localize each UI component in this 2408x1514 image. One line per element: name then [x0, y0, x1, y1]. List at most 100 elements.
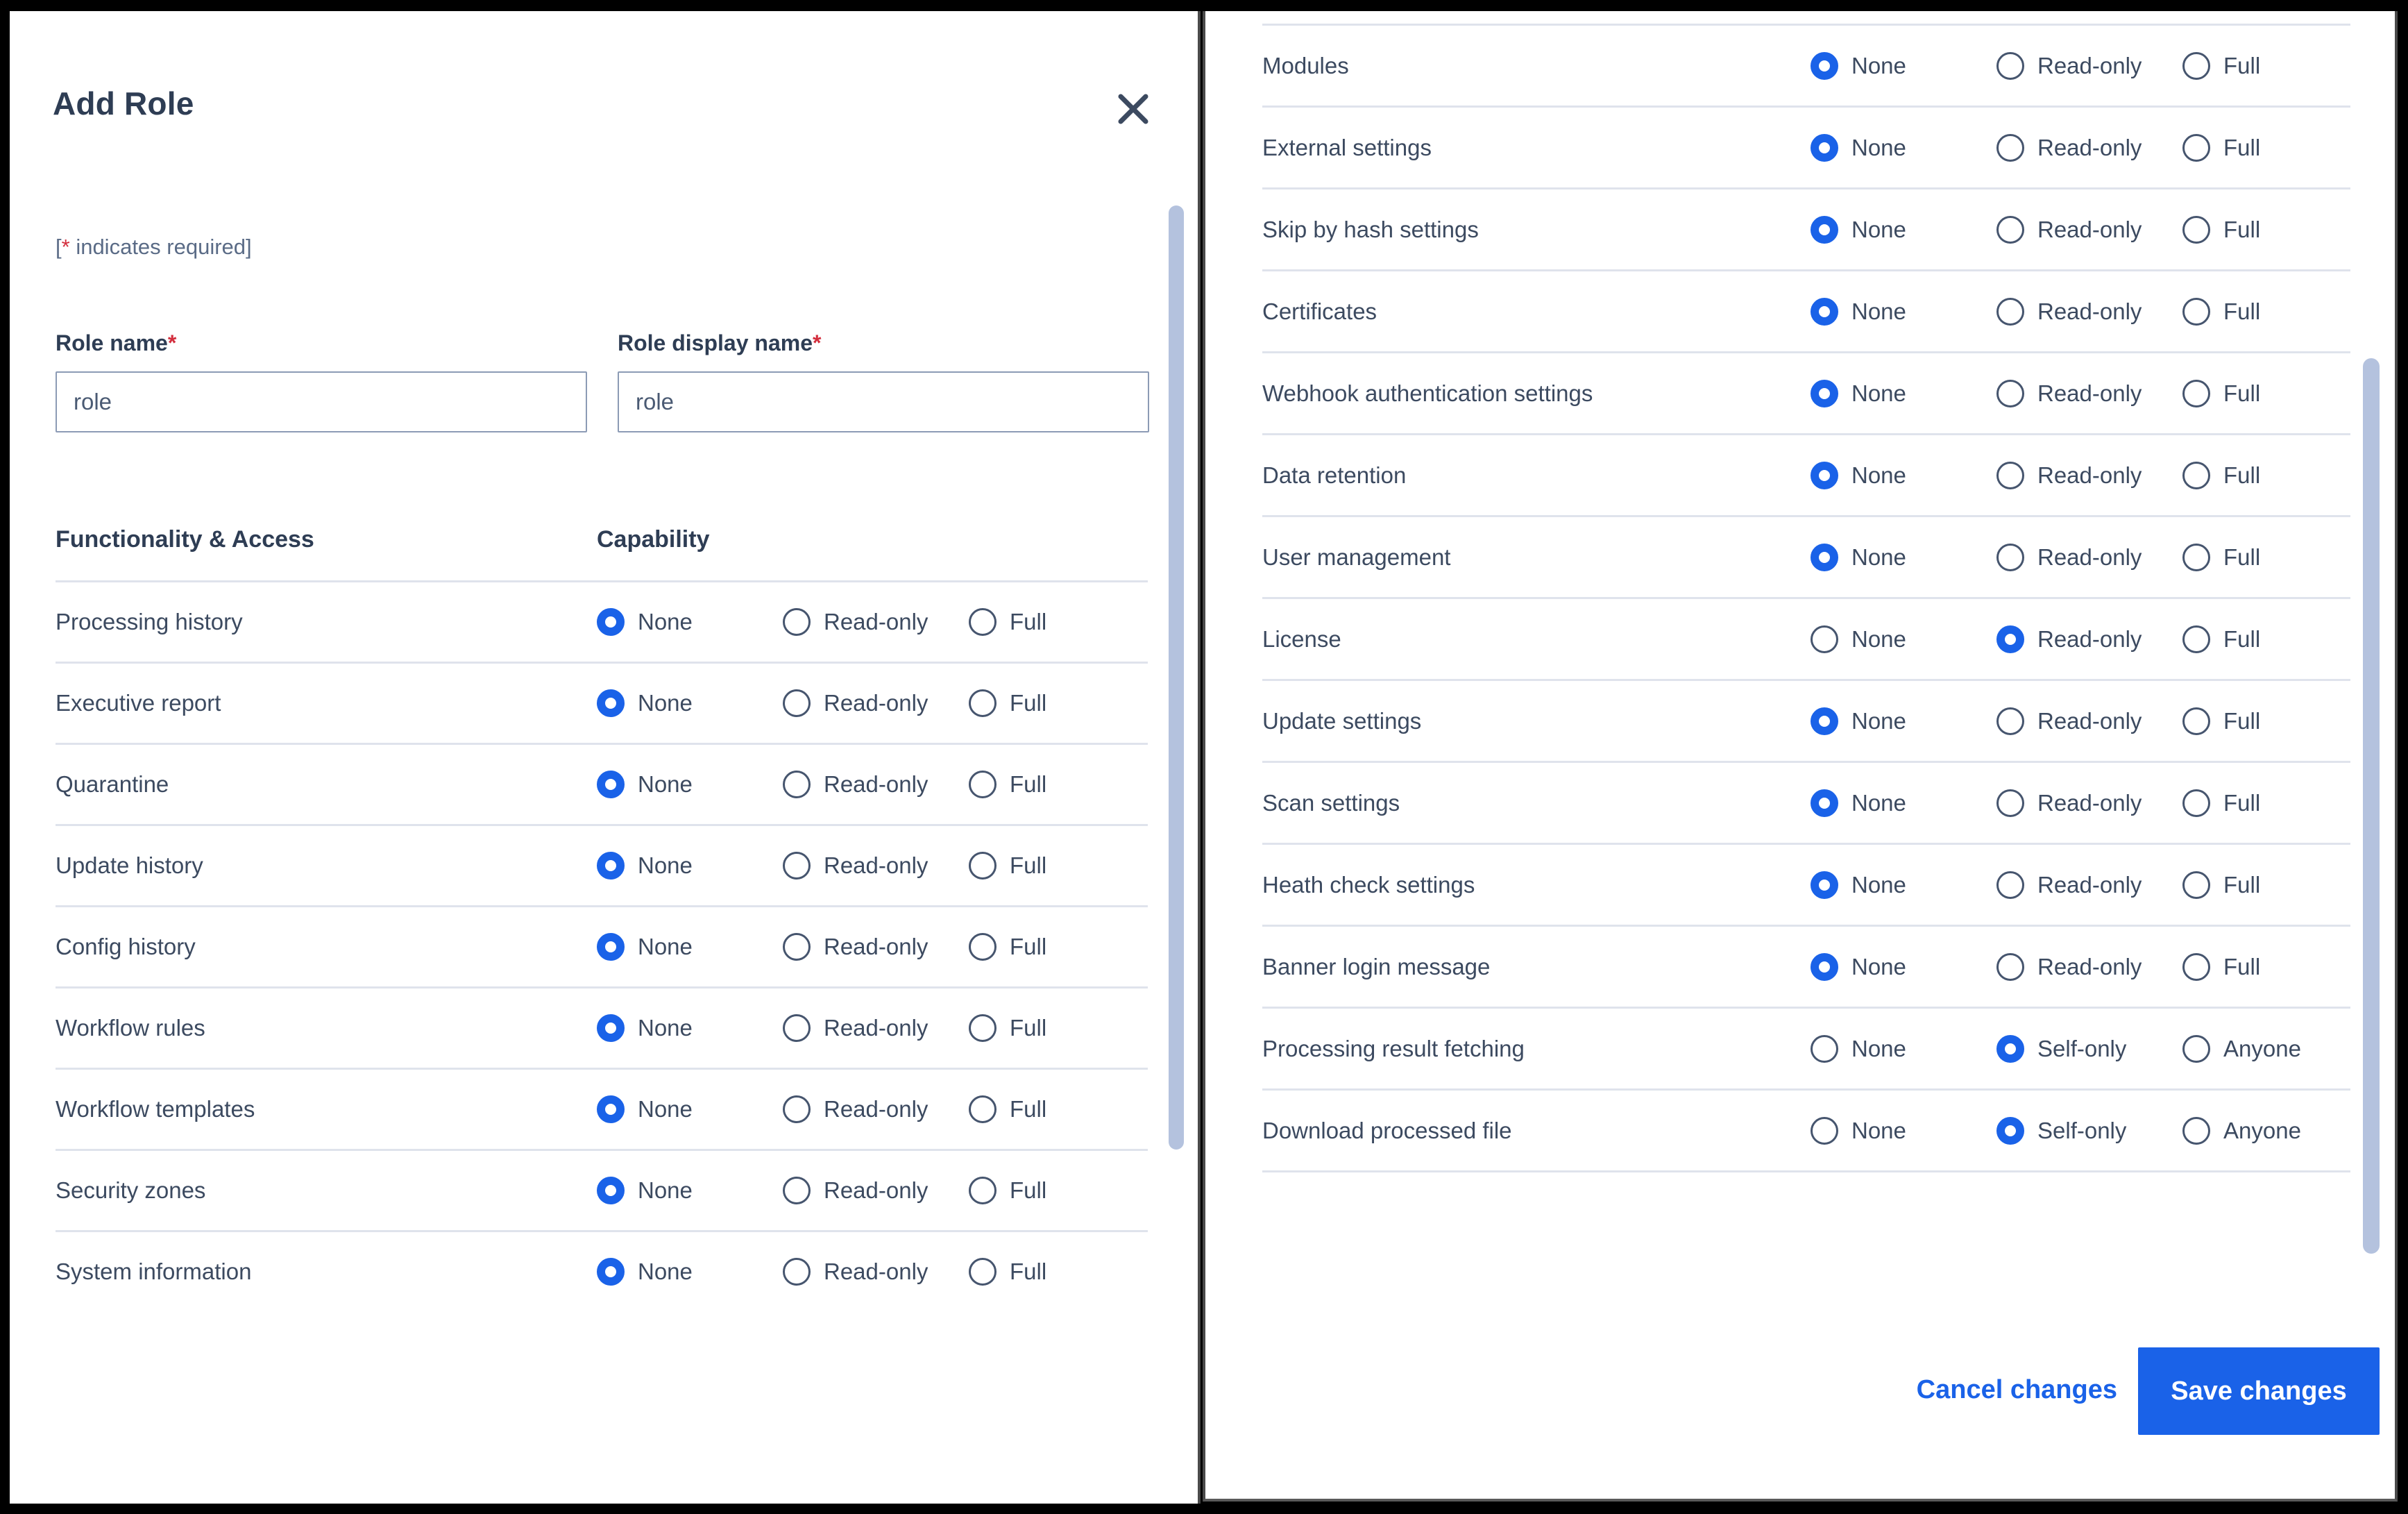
radio-option[interactable]: Read-only: [1996, 543, 2182, 571]
radio-option[interactable]: None: [1811, 543, 1996, 571]
radio-option[interactable]: Read-only: [1996, 133, 2182, 162]
radio-option[interactable]: None: [597, 771, 783, 798]
radio-option[interactable]: Read-only: [783, 852, 969, 880]
radio-option[interactable]: Read-only: [783, 608, 969, 636]
capability-radio-group: None Read-only Full: [597, 608, 1155, 636]
radio-option[interactable]: Read-only: [1996, 297, 2182, 326]
permission-label: External settings: [1262, 134, 1432, 160]
radio-option[interactable]: Full: [2182, 297, 2368, 326]
radio-option[interactable]: None: [1811, 1034, 1996, 1063]
radio-option[interactable]: Full: [969, 1258, 1155, 1286]
radio-option[interactable]: Read-only: [1996, 461, 2182, 489]
radio-option[interactable]: None: [597, 689, 783, 717]
radio-option[interactable]: Full: [2182, 51, 2368, 80]
radio-option-label: None: [638, 934, 693, 959]
radio-option[interactable]: Read-only: [1996, 952, 2182, 981]
dialog-footer: Cancel changes Save changes: [1205, 1290, 2395, 1499]
radio-option[interactable]: Full: [2182, 952, 2368, 981]
radio-unselected-icon: [1996, 297, 2024, 326]
left-scrollbar-thumb[interactable]: [1169, 205, 1184, 1150]
radio-option[interactable]: Full: [2182, 461, 2368, 489]
radio-option[interactable]: None: [597, 608, 783, 636]
radio-option[interactable]: Full: [2182, 215, 2368, 244]
radio-option[interactable]: None: [597, 1258, 783, 1286]
radio-unselected-icon: [2182, 1116, 2210, 1145]
right-scrollbar-thumb[interactable]: [2363, 358, 2380, 1254]
radio-option[interactable]: Read-only: [783, 689, 969, 717]
radio-option[interactable]: Read-only: [1996, 379, 2182, 407]
radio-option[interactable]: Full: [969, 608, 1155, 636]
radio-option[interactable]: Full: [969, 1177, 1155, 1204]
radio-selected-icon: [1811, 461, 1838, 489]
capability-radio-group: None Self-only Anyone: [1811, 1116, 2368, 1145]
radio-option[interactable]: Anyone: [2182, 1116, 2368, 1145]
radio-option[interactable]: None: [1811, 1116, 1996, 1145]
radio-option[interactable]: Anyone: [2182, 1034, 2368, 1063]
radio-option[interactable]: Read-only: [1996, 789, 2182, 817]
radio-option[interactable]: Full: [969, 1095, 1155, 1123]
role-name-input[interactable]: [56, 371, 587, 432]
radio-option[interactable]: Full: [2182, 543, 2368, 571]
radio-option[interactable]: None: [1811, 133, 1996, 162]
radio-option-label: Read-only: [2037, 52, 2142, 78]
radio-option-label: Anyone: [2223, 1117, 2301, 1143]
radio-option[interactable]: None: [1811, 215, 1996, 244]
radio-unselected-icon: [969, 852, 997, 880]
radio-unselected-icon: [969, 1177, 997, 1204]
radio-option[interactable]: Read-only: [1996, 215, 2182, 244]
radio-option[interactable]: Read-only: [1996, 51, 2182, 80]
radio-option[interactable]: None: [1811, 952, 1996, 981]
role-display-name-input[interactable]: [618, 371, 1149, 432]
cancel-changes-button[interactable]: Cancel changes: [1917, 1375, 2117, 1405]
radio-option[interactable]: Full: [969, 689, 1155, 717]
radio-option[interactable]: Read-only: [783, 771, 969, 798]
radio-option[interactable]: Full: [2182, 707, 2368, 735]
save-changes-button[interactable]: Save changes: [2138, 1347, 2380, 1435]
capability-radio-group: None Read-only Full: [1811, 461, 2368, 489]
radio-option[interactable]: Read-only: [783, 1014, 969, 1042]
radio-option[interactable]: None: [1811, 379, 1996, 407]
radio-option[interactable]: Full: [2182, 789, 2368, 817]
radio-option[interactable]: None: [597, 852, 783, 880]
radio-option[interactable]: None: [597, 933, 783, 961]
radio-option[interactable]: None: [1811, 297, 1996, 326]
radio-selected-icon: [1996, 1116, 2024, 1145]
radio-option[interactable]: Self-only: [1996, 1034, 2182, 1063]
radio-option[interactable]: Read-only: [783, 1095, 969, 1123]
radio-option[interactable]: Full: [969, 1014, 1155, 1042]
radio-option[interactable]: Read-only: [1996, 707, 2182, 735]
radio-option[interactable]: Full: [969, 771, 1155, 798]
radio-option[interactable]: None: [1811, 51, 1996, 80]
radio-option[interactable]: None: [1811, 461, 1996, 489]
radio-option[interactable]: None: [597, 1014, 783, 1042]
radio-unselected-icon: [1811, 1034, 1838, 1063]
radio-option[interactable]: Read-only: [783, 1177, 969, 1204]
radio-option[interactable]: Full: [2182, 870, 2368, 899]
radio-option-label: None: [638, 1177, 693, 1203]
radio-option-label: Full: [2223, 380, 2261, 406]
radio-option-label: Full: [2223, 52, 2261, 78]
radio-option[interactable]: Read-only: [1996, 625, 2182, 653]
radio-option[interactable]: Self-only: [1996, 1116, 2182, 1145]
radio-option[interactable]: None: [597, 1095, 783, 1123]
radio-option[interactable]: Full: [2182, 625, 2368, 653]
radio-option[interactable]: None: [1811, 789, 1996, 817]
radio-option[interactable]: Full: [2182, 379, 2368, 407]
radio-option-label: None: [638, 1096, 693, 1122]
radio-option[interactable]: None: [1811, 625, 1996, 653]
radio-option[interactable]: Read-only: [783, 933, 969, 961]
radio-option[interactable]: Full: [2182, 133, 2368, 162]
radio-unselected-icon: [1996, 133, 2024, 162]
close-icon[interactable]: [1112, 87, 1155, 131]
radio-option[interactable]: Read-only: [783, 1258, 969, 1286]
radio-option-label: Full: [1010, 1096, 1047, 1122]
radio-option[interactable]: Full: [969, 933, 1155, 961]
radio-option[interactable]: None: [597, 1177, 783, 1204]
radio-selected-icon: [1811, 133, 1838, 162]
radio-option[interactable]: None: [1811, 870, 1996, 899]
radio-option[interactable]: Read-only: [1996, 870, 2182, 899]
radio-option[interactable]: None: [1811, 707, 1996, 735]
radio-unselected-icon: [783, 1014, 811, 1042]
screen-root: Add Role [* indicates required] Role nam…: [0, 0, 2408, 1514]
radio-option[interactable]: Full: [969, 852, 1155, 880]
